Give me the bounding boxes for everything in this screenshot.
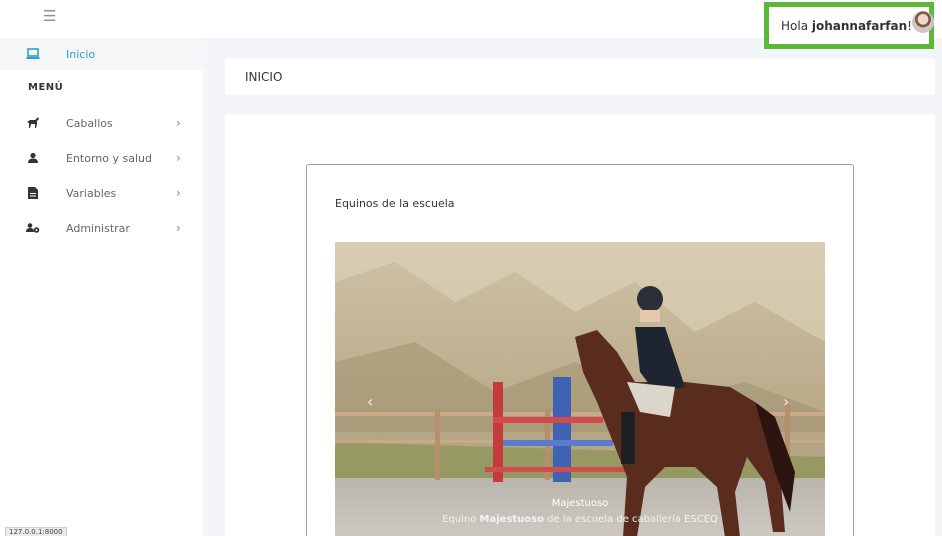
user-greeting: Hola johannafarfan! bbox=[781, 18, 912, 33]
sidebar-item-administrar[interactable]: Administrar › bbox=[0, 212, 203, 244]
horse-icon bbox=[25, 115, 41, 131]
sidebar-item-label: Caballos bbox=[66, 116, 113, 130]
document-icon bbox=[25, 185, 41, 201]
top-navbar: ☰ Hola johannafarfan! bbox=[0, 0, 942, 49]
user-greeting-box[interactable]: Hola johannafarfan! bbox=[764, 2, 934, 49]
sidebar-item-caballos[interactable]: Caballos › bbox=[0, 107, 203, 139]
slide-caption: Equino Majestuoso de la escuela de cabal… bbox=[442, 514, 718, 525]
carousel-slide-image bbox=[335, 242, 825, 536]
chevron-right-icon: › bbox=[176, 221, 181, 235]
menu-heading: MENÚ bbox=[28, 82, 64, 93]
avatar[interactable] bbox=[912, 11, 934, 33]
horses-card: Equinos de la escuela ‹ › Majestuoso Equ… bbox=[306, 164, 854, 536]
sidebar-item-inicio[interactable]: Inicio bbox=[0, 38, 203, 70]
sidebar-item-label: Administrar bbox=[66, 221, 130, 235]
chevron-right-icon: › bbox=[176, 116, 181, 130]
sidebar: Inicio MENÚ Caballos › Entorno y salud ›… bbox=[0, 38, 203, 536]
user-icon bbox=[25, 150, 41, 166]
sidebar-item-label: Variables bbox=[66, 186, 117, 200]
laptop-icon bbox=[25, 46, 41, 62]
username: johannafarfan bbox=[811, 18, 908, 33]
hamburger-icon[interactable]: ☰ bbox=[43, 9, 56, 24]
page-header: INICIO bbox=[225, 59, 935, 95]
page-title: INICIO bbox=[245, 70, 283, 84]
users-cog-icon bbox=[25, 220, 41, 236]
horse-carousel[interactable]: ‹ › Majestuoso Equino Majestuoso de la e… bbox=[335, 242, 825, 536]
chevron-right-icon: › bbox=[176, 186, 181, 200]
carousel-prev-arrow[interactable]: ‹ bbox=[367, 392, 373, 411]
carousel-next-arrow[interactable]: › bbox=[783, 392, 789, 411]
slide-title: Majestuoso bbox=[551, 498, 609, 509]
main-panel: Equinos de la escuela ‹ › Majestuoso Equ… bbox=[225, 115, 935, 536]
sidebar-item-label: Inicio bbox=[66, 47, 96, 61]
card-title: Equinos de la escuela bbox=[335, 197, 455, 210]
sidebar-item-entorno-y-salud[interactable]: Entorno y salud › bbox=[0, 142, 203, 174]
chevron-right-icon: › bbox=[176, 151, 181, 165]
browser-status-url: 127.0.0.1:8000 bbox=[5, 527, 67, 536]
sidebar-item-variables[interactable]: Variables › bbox=[0, 177, 203, 209]
sidebar-item-label: Entorno y salud bbox=[66, 151, 152, 165]
